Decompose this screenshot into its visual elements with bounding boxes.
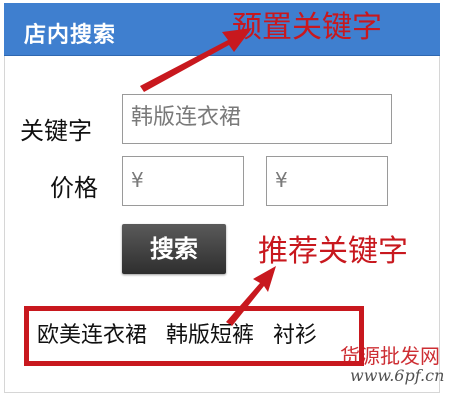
keyword-label: 关键字 [20,117,92,145]
price-max-input[interactable]: ¥ [266,156,388,206]
tag-link[interactable]: 欧美连衣裙 [37,323,147,348]
tag-link[interactable]: 韩版短裤 [166,323,254,348]
annotation-recommend-keyword: 推荐关键字 [258,234,408,269]
recommended-tags: 欧美连衣裙 韩版短裤 衬衫 [24,306,364,366]
price-min-input[interactable]: ¥ [122,156,244,206]
price-label: 价格 [50,174,98,202]
annotation-preset-keyword: 预置关键字 [232,10,382,45]
search-button[interactable]: 搜索 [122,224,226,274]
watermark-url: www.6pf.cn [350,366,445,385]
watermark: 货源批发网 www.6pf.cn [332,340,452,394]
watermark-text: 货源批发网 [340,344,440,368]
tag-link[interactable]: 衬衫 [273,323,317,348]
keyword-input[interactable]: 韩版连衣裙 [122,94,392,144]
